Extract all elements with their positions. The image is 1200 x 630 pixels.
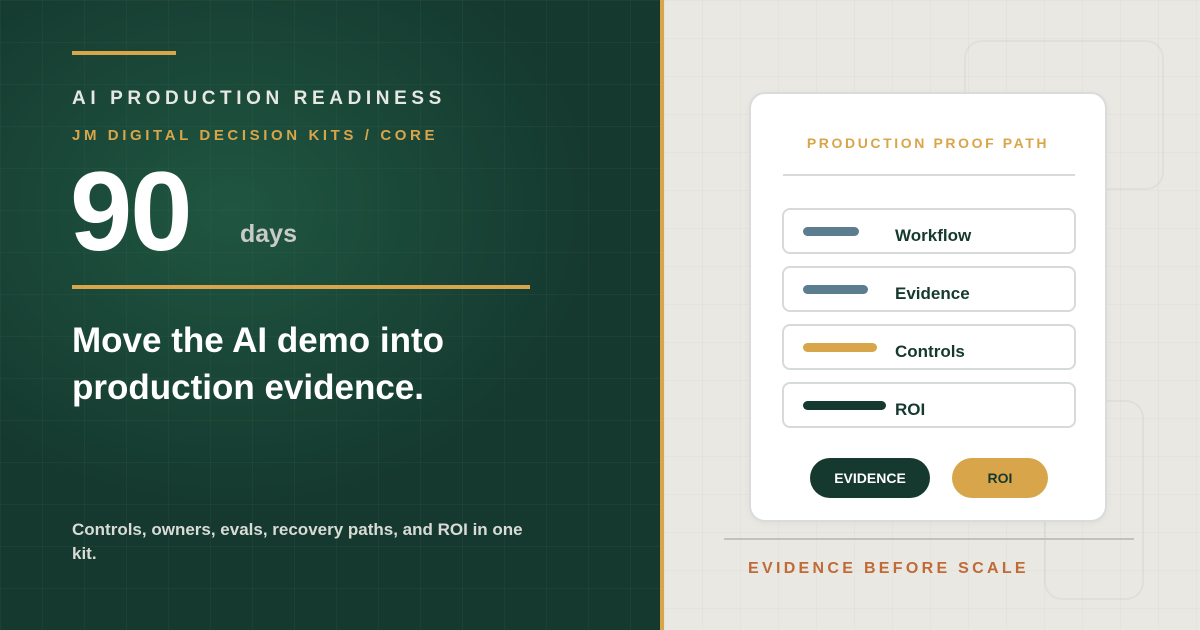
card-divider [783, 174, 1075, 176]
roi-pill-button[interactable]: ROI [952, 458, 1048, 498]
top-accent-rule [72, 51, 176, 55]
step-row-evidence: Evidence [782, 266, 1076, 312]
step-label: ROI [895, 400, 926, 419]
step-label: Workflow [895, 226, 972, 245]
card-title: PRODUCTION PROOF PATH [806, 135, 1050, 151]
step-bar [803, 227, 859, 236]
number-unit: days [240, 220, 297, 248]
mid-accent-rule [72, 285, 530, 289]
step-label: Controls [895, 342, 965, 361]
right-panel: PRODUCTION PROOF PATH Workflow Evidence … [664, 0, 1200, 630]
left-panel: AI PRODUCTION READINESS JM DIGITAL DECIS… [0, 0, 660, 630]
step-label: Evidence [895, 284, 970, 303]
body-text: Controls, owners, evals, recovery paths,… [72, 520, 523, 563]
step-bar [803, 401, 886, 410]
footer-rule [724, 538, 1134, 540]
step-bar [803, 285, 868, 294]
step-row-workflow: Workflow [782, 208, 1076, 254]
big-number: 90 [70, 149, 193, 274]
eyebrow-title: AI PRODUCTION READINESS [72, 88, 446, 109]
step-row-controls: Controls [782, 324, 1076, 370]
step-row-roi: ROI [782, 382, 1076, 428]
headline: Move the AI demo into production evidenc… [72, 321, 445, 407]
eyebrow-subtitle: JM DIGITAL DECISION KITS / CORE [72, 127, 439, 144]
footer-tagline: EVIDENCE BEFORE SCALE [748, 560, 1029, 577]
evidence-pill-button[interactable]: EVIDENCE [810, 458, 930, 498]
proof-path-card: PRODUCTION PROOF PATH Workflow Evidence … [749, 92, 1107, 522]
step-bar [803, 343, 877, 352]
